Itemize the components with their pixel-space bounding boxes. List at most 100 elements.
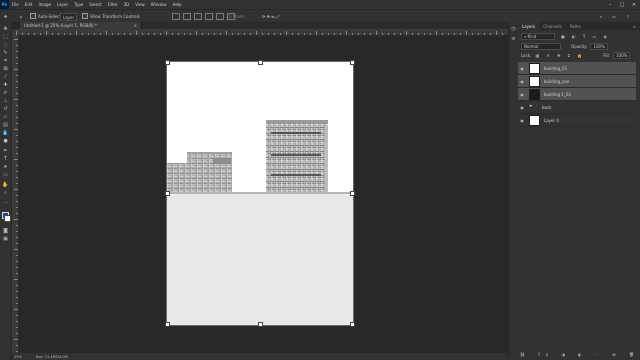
eyedropper-tool-icon[interactable]: ⁄ [2, 74, 9, 80]
transform-handle-br[interactable] [350, 322, 355, 327]
eye-icon[interactable]: ◉ [518, 79, 526, 84]
stamp-tool-icon[interactable]: ⊥ [2, 98, 9, 104]
lasso-tool-icon[interactable]: ◌ [2, 42, 9, 48]
align-left-icon[interactable] [172, 12, 180, 20]
layer-row[interactable]: ◉ building 1_02 [518, 88, 636, 101]
brush-tool-icon[interactable]: ✐ [2, 90, 9, 96]
type-tool-icon[interactable]: T [2, 156, 9, 162]
minimize-button[interactable]: – [604, 0, 616, 9]
menu-type[interactable]: Type [71, 2, 86, 7]
history-panel-icon[interactable]: ◷ [510, 26, 517, 32]
transform-handle-l[interactable] [165, 191, 170, 196]
menu-edit[interactable]: Edit [22, 2, 36, 7]
opacity-field[interactable]: 100% [590, 42, 608, 50]
document-canvas[interactable] [165, 60, 355, 327]
zoom-level[interactable]: 25% [14, 355, 22, 359]
photoshop-logo-icon[interactable]: Ps [0, 0, 9, 9]
quick-select-tool-icon[interactable]: ✎ [2, 50, 9, 56]
search-icon[interactable]: ⌕ [600, 13, 602, 19]
eye-icon[interactable]: ◉ [518, 105, 526, 110]
color-swatches[interactable] [2, 212, 11, 222]
auto-select-dropdown[interactable]: Layer [60, 13, 78, 21]
panel-menu-icon[interactable]: ≡ [629, 22, 640, 30]
auto-select-group: Auto-Select: [30, 13, 63, 19]
menu-select[interactable]: Select [86, 2, 104, 7]
pen-tool-icon[interactable]: ✒ [2, 148, 9, 154]
menu-filter[interactable]: Filter [105, 2, 121, 7]
zoom-tool-icon[interactable]: ⌕ [2, 190, 9, 196]
transform-handle-r[interactable] [350, 191, 355, 196]
transform-controls-checkbox[interactable] [82, 13, 88, 19]
transform-handle-bl[interactable] [165, 322, 170, 327]
align-top-icon[interactable] [205, 12, 213, 20]
top-ruler[interactable] [12, 29, 517, 36]
close-tab-icon[interactable]: × [134, 23, 137, 28]
close-button[interactable]: ✕ [628, 0, 640, 9]
shape-tool-icon[interactable]: ▭ [2, 172, 9, 178]
transform-handle-b[interactable] [258, 322, 263, 327]
tab-layers[interactable]: Layers [518, 22, 540, 30]
move-tool-icon[interactable]: ✥ [4, 13, 7, 19]
transform-handle-tr[interactable] [350, 60, 355, 65]
menu-window[interactable]: Window [148, 2, 170, 7]
dodge-tool-icon[interactable]: ● [2, 138, 9, 144]
history-brush-tool-icon[interactable]: ↺ [2, 106, 9, 112]
document-tab-bar: Untitled-1 @ 25% (Layer 1, RGB/8) * × [20, 22, 517, 29]
eraser-tool-icon[interactable]: ▱ [2, 114, 9, 120]
ruler-tick [16, 255, 18, 256]
layer-group-row[interactable]: ◉ ▸🗀 back [518, 101, 636, 114]
lock-icons[interactable]: ▦ ✐ ✥ ⌗ 🔒 [535, 53, 585, 58]
layer-row[interactable]: ◉ Layer 0 [518, 114, 636, 127]
filter-icons[interactable]: ▣ ◐ T ▭ ◈ [561, 34, 610, 39]
screen-mode-icon[interactable]: ▣ [2, 236, 9, 242]
transform-handle-t[interactable] [258, 60, 263, 65]
ruler-tick [16, 93, 18, 94]
layers-panel: Layers Channels Paths ≡ ⌕ Kind ▣ ◐ T ▭ ◈… [518, 22, 640, 360]
align-right-icon[interactable] [194, 12, 202, 20]
move-tool-icon[interactable]: ✥ [2, 26, 9, 32]
hand-tool-icon[interactable]: ✋ [2, 182, 9, 188]
document-tab[interactable]: Untitled-1 @ 25% (Layer 1, RGB/8) * × [20, 22, 140, 29]
align-middle-icon[interactable] [216, 12, 224, 20]
frame-tool-icon[interactable]: ⊠ [2, 66, 9, 72]
properties-panel-icon[interactable]: ≡ [510, 36, 517, 42]
quick-mask-icon[interactable]: ◙ [2, 228, 9, 234]
eye-icon[interactable]: ◉ [518, 92, 526, 97]
crop-tool-icon[interactable]: ⌗ [2, 58, 9, 64]
path-select-tool-icon[interactable]: ➤ [2, 164, 9, 170]
layer-row[interactable]: ◉ building_01 [518, 62, 636, 75]
gradient-tool-icon[interactable]: ▤ [2, 122, 9, 128]
layer-actions-bar[interactable]: ⛓ fx ◑ ◐ 🗀 ⊞ 🗑 [520, 352, 640, 358]
workspace-icon[interactable]: ▭ [612, 13, 616, 19]
transform-handle-tl[interactable] [165, 60, 170, 65]
share-icon[interactable]: ⇪ [626, 13, 629, 19]
ruler-tick [14, 159, 18, 160]
document-info[interactable]: Doc: 11.4M/24.0M [36, 355, 68, 359]
tab-paths[interactable]: Paths [566, 22, 585, 30]
left-ruler[interactable] [12, 35, 19, 353]
mode-3d-icons[interactable]: ⟳ ✥ ⇆ ⤢ [262, 13, 279, 19]
eye-icon[interactable]: ◉ [518, 66, 526, 71]
menu-layer[interactable]: Layer [54, 2, 71, 7]
menu-help[interactable]: Help [169, 2, 184, 7]
menu-image[interactable]: Image [35, 2, 54, 7]
ruler-tick [256, 31, 257, 35]
ruler-tick [16, 183, 18, 184]
healing-tool-icon[interactable]: ✚ [2, 82, 9, 88]
maximize-button[interactable]: □ [616, 0, 628, 9]
marquee-tool-icon[interactable]: ⬚ [2, 34, 9, 40]
menu-3d[interactable]: 3D [121, 2, 133, 7]
layer-row[interactable]: ◉ building_one [518, 75, 636, 88]
auto-select-checkbox[interactable] [30, 13, 36, 19]
eye-icon[interactable]: ◉ [518, 118, 526, 123]
options-home-icon[interactable]: ⌂ [20, 13, 23, 19]
tab-channels[interactable]: Channels [539, 22, 566, 30]
fill-field[interactable]: 100% [612, 51, 631, 59]
layer-filter-dropdown[interactable]: ⌕ Kind [521, 32, 555, 40]
blur-tool-icon[interactable]: 💧 [2, 130, 9, 136]
menu-view[interactable]: View [132, 2, 148, 7]
more-tools-icon[interactable]: ··· [2, 200, 9, 206]
align-center-icon[interactable] [183, 12, 191, 20]
menu-file[interactable]: File [9, 2, 22, 7]
blend-mode-dropdown[interactable]: Normal [521, 42, 561, 50]
